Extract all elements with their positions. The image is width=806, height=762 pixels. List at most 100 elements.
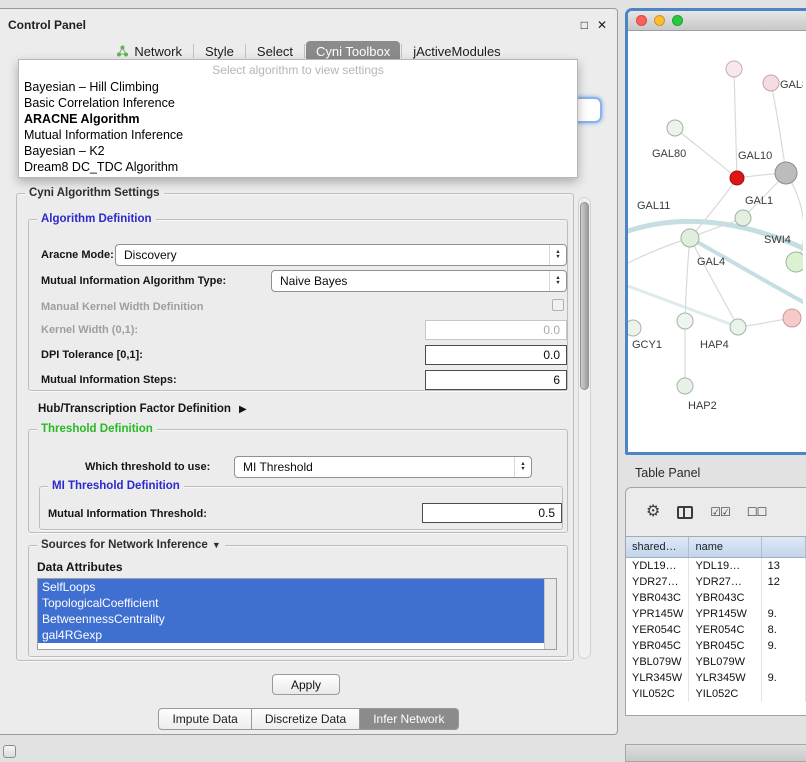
network-node[interactable] [677, 378, 693, 394]
collapsed-panel-icon[interactable] [3, 745, 16, 758]
table-cell: 9. [762, 638, 806, 654]
manual-kernel-width-checkbox[interactable] [552, 299, 564, 311]
which-threshold-value: MI Threshold [243, 460, 313, 474]
table-cell: YIL052C [626, 686, 689, 702]
node-label-gal4: GAL4 [697, 256, 725, 268]
attribute-item-betweennesscentrality[interactable]: BetweennessCentrality [38, 611, 544, 627]
algorithm-option-aracne-algorithm[interactable]: ARACNE Algorithm [19, 111, 577, 127]
table-body: YDL19…YDL19…13YDR27…YDR27…12YBR043CYBR04… [626, 558, 806, 715]
mi-steps-input[interactable]: 6 [425, 370, 567, 390]
deselect-all-icon[interactable]: ☐☐ [747, 506, 767, 518]
aracne-mode-value: Discovery [124, 248, 177, 262]
data-attributes-list[interactable]: SelfLoopsTopologicalCoefficientBetweenne… [37, 578, 557, 650]
aracne-mode-label: Aracne Mode: [41, 249, 114, 261]
table-toolbar: ⚙ ☑☑ ☐☐ [626, 488, 806, 536]
minimize-window-icon[interactable] [654, 15, 665, 26]
attribute-item-selfloops[interactable]: SelfLoops [38, 579, 544, 595]
table-row[interactable]: YIL052CYIL052C [626, 686, 806, 702]
table-row[interactable]: YBL079WYBL079W [626, 654, 806, 670]
sources-for-network-inference-group: Sources for Network Inference▼ Data Attr… [28, 545, 568, 657]
table-cell: YPR145W [626, 606, 689, 622]
mi-steps-label: Mutual Information Steps: [41, 374, 177, 386]
network-node[interactable] [786, 252, 803, 272]
table-cell [762, 686, 806, 702]
node-label-gal10: GAL10 [738, 150, 772, 162]
which-threshold-select[interactable]: MI Threshold ▲▼ [234, 456, 532, 478]
network-node[interactable] [681, 229, 699, 247]
network-node[interactable] [730, 171, 744, 185]
node-label-hap2: HAP2 [688, 400, 717, 412]
attribute-item-topologicalcoefficient[interactable]: TopologicalCoefficient [38, 595, 544, 611]
node-label-swi4: SWI4 [764, 234, 791, 246]
mi-algorithm-type-select[interactable]: Naive Bayes ▲▼ [271, 270, 567, 292]
algorithm-option-bayesian-hill-climbing[interactable]: Bayesian – Hill Climbing [19, 79, 577, 95]
node-label-gal1: GAL1 [745, 195, 773, 207]
algorithm-option-basic-correlation-inference[interactable]: Basic Correlation Inference [19, 95, 577, 111]
column-header-col-2[interactable] [762, 537, 806, 557]
hub-transcription-factor-section[interactable]: Hub/Transcription Factor Definition ▶ [38, 403, 247, 415]
mi-threshold-input[interactable]: 0.5 [422, 503, 562, 523]
data-attributes-label: Data Attributes [37, 560, 123, 574]
tab-label: Cyni Toolbox [316, 44, 390, 59]
node-label-gal8: GAL8 [780, 79, 803, 91]
table-cell: YBR043C [626, 590, 689, 606]
attribute-item-gal4rgexp[interactable]: gal4RGexp [38, 627, 544, 643]
table-row[interactable]: YER054CYER054C8. [626, 622, 806, 638]
table-row[interactable]: YDL19…YDL19…13 [626, 558, 806, 574]
table-cell: YPR145W [689, 606, 761, 622]
table-row[interactable]: YPR145WYPR145W9. [626, 606, 806, 622]
float-window-icon[interactable]: □ [581, 19, 588, 31]
columns-icon[interactable] [677, 506, 693, 519]
network-canvas[interactable]: GAL8GAL80GAL10GAL11GAL1SWI4GAL4GCY1HAP4H… [628, 31, 806, 452]
algorithm-definition-group: Algorithm Definition Aracne Mode: Discov… [28, 219, 568, 391]
table-cell: YER054C [626, 622, 689, 638]
apply-button[interactable]: Apply [272, 674, 340, 695]
algorithm-option-dream8-dc-tdc-algorithm[interactable]: Dream8 DC_TDC Algorithm [19, 159, 577, 175]
kernel-width-input[interactable]: 0.0 [425, 320, 567, 340]
algorithm-option-bayesian-k2[interactable]: Bayesian – K2 [19, 143, 577, 159]
collapse-down-icon: ▼ [212, 540, 221, 550]
column-header-shared[interactable]: shared… [626, 537, 689, 557]
mi-threshold-definition-group: MI Threshold Definition Mutual Informati… [39, 486, 563, 530]
table-row[interactable]: YBR045CYBR045C9. [626, 638, 806, 654]
settings-scrollbar[interactable] [578, 197, 591, 659]
table-cell: YDL19… [626, 558, 689, 574]
network-node[interactable] [763, 75, 779, 91]
scrollbar-thumb[interactable] [580, 202, 589, 390]
mi-algorithm-type-value: Naive Bayes [280, 274, 347, 288]
table-panel: ⚙ ☑☑ ☐☐ shared…name YDL19…YDL19…13YDR27…… [625, 487, 806, 716]
aracne-mode-select[interactable]: Discovery ▲▼ [115, 244, 567, 266]
table-row[interactable]: YLR345WYLR345W9. [626, 670, 806, 686]
network-node[interactable] [726, 61, 742, 77]
sources-group-title[interactable]: Sources for Network Inference▼ [37, 538, 225, 552]
network-node[interactable] [730, 319, 746, 335]
table-row[interactable]: YBR043CYBR043C [626, 590, 806, 606]
dpi-tolerance-input[interactable]: 0.0 [425, 345, 567, 365]
tab-separator [193, 44, 194, 58]
attributes-scrollbar[interactable] [544, 579, 556, 649]
network-node[interactable] [775, 162, 797, 184]
network-node[interactable] [628, 320, 641, 336]
bottom-tab-discretize-data[interactable]: Discretize Data [252, 708, 360, 730]
application: Control Panel □ ✕ NetworkStyleSelectCyni… [0, 0, 806, 762]
close-window-icon[interactable] [636, 15, 647, 26]
network-view-window: GAL8GAL80GAL10GAL11GAL1SWI4GAL4GCY1HAP4H… [625, 8, 806, 455]
zoom-window-icon[interactable] [672, 15, 683, 26]
table-panel-title: Table Panel [635, 466, 700, 480]
control-panel-titlebar: Control Panel □ ✕ [0, 9, 617, 35]
network-node[interactable] [735, 210, 751, 226]
mi-algorithm-type-label: Mutual Information Algorithm Type: [41, 275, 226, 287]
bottom-tab-impute-data[interactable]: Impute Data [158, 708, 251, 730]
algorithm-option-mutual-information-inference[interactable]: Mutual Information Inference [19, 127, 577, 143]
dpi-tolerance-label: DPI Tolerance [0,1]: [41, 349, 143, 361]
network-node[interactable] [783, 309, 801, 327]
select-all-icon[interactable]: ☑☑ [710, 506, 730, 518]
network-node[interactable] [667, 120, 683, 136]
network-node[interactable] [677, 313, 693, 329]
mi-threshold-definition-title: MI Threshold Definition [48, 479, 184, 493]
close-panel-icon[interactable]: ✕ [597, 19, 607, 31]
table-row[interactable]: YDR27…YDR27…12 [626, 574, 806, 590]
gear-icon[interactable]: ⚙ [646, 504, 660, 520]
bottom-tab-infer-network[interactable]: Infer Network [360, 708, 458, 730]
column-header-name[interactable]: name [689, 537, 761, 557]
